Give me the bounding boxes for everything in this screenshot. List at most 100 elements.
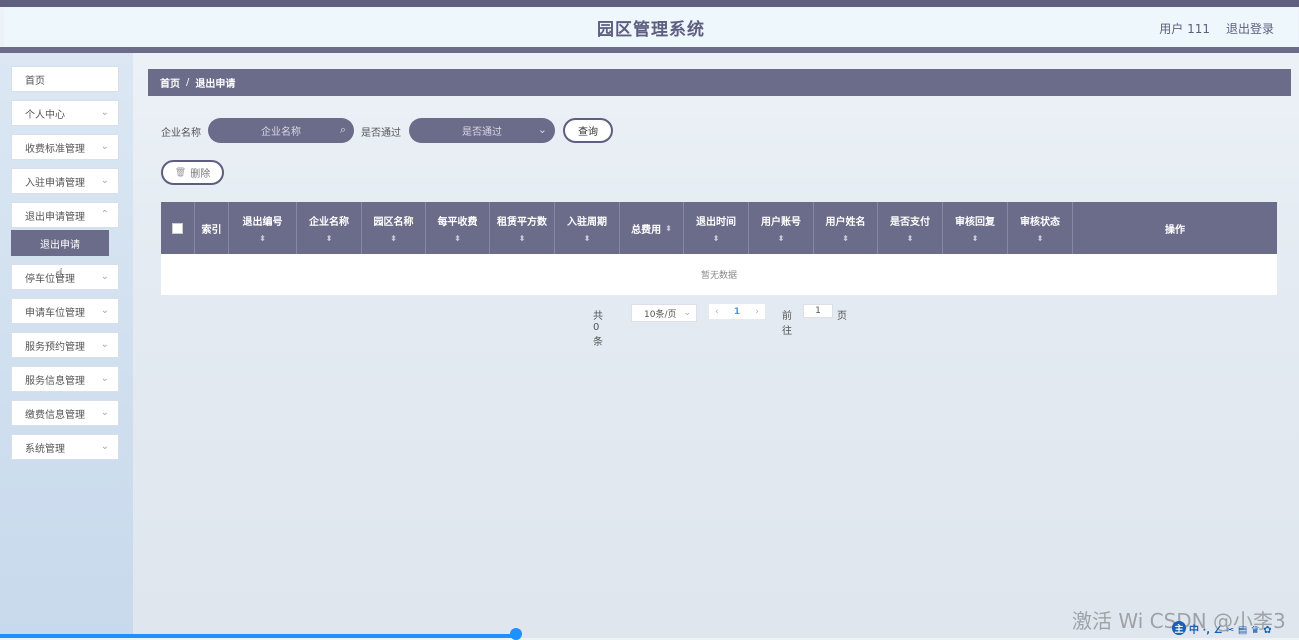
chevron-down-icon: ⌄ bbox=[100, 271, 109, 282]
col-review-status-label: 审核状态 bbox=[1020, 217, 1060, 228]
sidebar-item-label: 服务预约管理 bbox=[25, 341, 85, 353]
col-index-label: 索引 bbox=[201, 224, 222, 236]
sidebar-item-label: 系统管理 bbox=[25, 443, 65, 455]
ime-toolbar[interactable]: 主 中 ·, ∠ ✂ ▤ ♛ ✿ bbox=[1172, 620, 1297, 636]
app-title: 园区管理系统 bbox=[597, 19, 705, 40]
breadcrumb-current: 退出申请 bbox=[195, 79, 236, 90]
progress-handle[interactable] bbox=[510, 628, 522, 640]
chevron-down-icon: ⌄ bbox=[100, 441, 109, 452]
page-size-value: 10条/页 bbox=[644, 309, 677, 320]
col-unit-fee-label: 每平收费 bbox=[437, 217, 478, 228]
company-name-placeholder: 企业名称 bbox=[261, 127, 301, 138]
next-page-icon[interactable]: › bbox=[755, 307, 759, 317]
col-actions-label: 操作 bbox=[1165, 224, 1185, 236]
sort-icon[interactable]: ⬍ bbox=[842, 234, 849, 243]
sidebar-subitem-exit-application[interactable]: 退出申请 bbox=[11, 230, 109, 256]
sidebar-item-label: 入驻申请管理 bbox=[25, 177, 85, 189]
col-exit-time[interactable]: 退出时间 ⬍ bbox=[684, 202, 749, 254]
sidebar-item-parking-application[interactable]: 申请车位管理 ⌄ bbox=[11, 298, 119, 324]
sort-icon[interactable]: ⬍ bbox=[454, 234, 461, 243]
goto-page-value: 1 bbox=[815, 306, 821, 316]
sidebar-item-entry-application[interactable]: 入驻申请管理 ⌄ bbox=[11, 168, 119, 194]
sidebar-item-label: 退出申请管理 bbox=[25, 211, 85, 223]
page-suffix: 页 bbox=[837, 311, 847, 322]
col-park-label: 园区名称 bbox=[373, 217, 414, 228]
data-table: 索引 退出编号 ⬍ 企业名称 ⬍ 园区名称 ⬍ 每平收费 ⬍ 租赁平方数 ⬍ 入… bbox=[161, 202, 1277, 295]
ime-badge-icon[interactable]: 主 bbox=[1172, 621, 1186, 635]
sidebar-item-service-info[interactable]: 服务信息管理 ⌄ bbox=[11, 366, 119, 392]
sort-icon[interactable]: ⬍ bbox=[972, 234, 979, 243]
col-period[interactable]: 入驻周期 ⬍ bbox=[555, 202, 620, 254]
breadcrumb-home[interactable]: 首页 bbox=[160, 75, 180, 90]
approved-label: 是否通过 bbox=[361, 128, 401, 139]
sort-icon[interactable]: ⬍ bbox=[713, 234, 720, 243]
current-page[interactable]: 1 bbox=[734, 307, 740, 317]
sidebar-item-system[interactable]: 系统管理 ⌄ bbox=[11, 434, 119, 460]
col-park[interactable]: 园区名称 ⬍ bbox=[362, 202, 426, 254]
hand-cursor-icon: ☝ bbox=[55, 266, 64, 282]
sort-icon[interactable]: ⬍ bbox=[326, 234, 333, 243]
chevron-down-icon: ⌄ bbox=[100, 339, 109, 350]
logout-link[interactable]: 退出登录 bbox=[1226, 20, 1274, 37]
goto-page-input[interactable]: 1 bbox=[803, 304, 833, 318]
table-empty-row: 暂无数据 bbox=[161, 254, 1277, 295]
sort-icon[interactable]: ⬍ bbox=[259, 234, 266, 243]
select-all-cell bbox=[161, 202, 195, 254]
col-area[interactable]: 租赁平方数 ⬍ bbox=[490, 202, 555, 254]
sidebar-item-personal-center[interactable]: 个人中心 ⌄ bbox=[11, 100, 119, 126]
chevron-down-icon: ⌄ bbox=[100, 305, 109, 316]
app-header: 园区管理系统 用户 111 退出登录 bbox=[4, 7, 1298, 48]
delete-button-label: 删除 bbox=[190, 169, 211, 180]
sidebar-item-label: 缴费信息管理 bbox=[25, 409, 85, 421]
col-username[interactable]: 用户姓名 ⬍ bbox=[814, 202, 878, 254]
col-exit-no-label: 退出编号 bbox=[242, 217, 283, 228]
delete-button[interactable]: 🗑 删除 bbox=[161, 160, 224, 185]
sort-icon[interactable]: ⬍ bbox=[1037, 234, 1044, 243]
sidebar-item-service-booking[interactable]: 服务预约管理 ⌄ bbox=[11, 332, 119, 358]
sort-icon[interactable]: ⬍ bbox=[519, 234, 526, 243]
col-company-label: 企业名称 bbox=[309, 217, 349, 228]
chevron-down-icon: ⌄ bbox=[100, 175, 109, 186]
col-period-label: 入驻周期 bbox=[567, 217, 607, 228]
chevron-down-icon: ⌄ bbox=[100, 407, 109, 418]
sidebar-item-fee-standard[interactable]: 收费标准管理 ⌄ bbox=[11, 134, 119, 160]
col-total-label: 总费用 bbox=[631, 224, 662, 236]
page-navigator: ‹ 1 › bbox=[709, 304, 765, 319]
sidebar-item-exit-application[interactable]: 退出申请管理 ⌃ bbox=[11, 202, 119, 228]
company-name-input[interactable]: 企业名称 ⌕ bbox=[208, 118, 354, 143]
chevron-down-icon: ⌄ bbox=[100, 373, 109, 384]
query-button[interactable]: 查询 bbox=[563, 118, 613, 143]
goto-label: 前往 bbox=[782, 311, 792, 337]
col-area-label: 租赁平方数 bbox=[497, 217, 547, 228]
sort-icon[interactable]: ⬍ bbox=[907, 234, 914, 243]
total-count: 共 0 条 bbox=[593, 311, 603, 348]
sidebar-item-home[interactable]: 首页 bbox=[11, 66, 119, 92]
sort-icon[interactable]: ⬍ bbox=[778, 234, 785, 243]
approved-select[interactable]: 是否通过 ⌄ bbox=[409, 118, 555, 143]
header-user-area: 用户 111 退出登录 bbox=[1159, 20, 1274, 37]
prev-page-icon[interactable]: ‹ bbox=[715, 307, 719, 317]
sidebar-item-label: 申请车位管理 bbox=[25, 307, 85, 319]
col-unit-fee[interactable]: 每平收费 ⬍ bbox=[426, 202, 490, 254]
col-index: 索引 bbox=[195, 202, 229, 254]
select-all-checkbox[interactable] bbox=[172, 222, 183, 234]
page-size-select[interactable]: 10条/页 ⌄ bbox=[631, 304, 697, 322]
sort-icon[interactable]: ⬍ bbox=[390, 234, 397, 243]
sort-icon[interactable]: ⬍ bbox=[665, 224, 672, 233]
sort-icon[interactable]: ⬍ bbox=[584, 234, 591, 243]
sidebar-item-payment-info[interactable]: 缴费信息管理 ⌄ bbox=[11, 400, 119, 426]
sidebar-item-label: 服务信息管理 bbox=[25, 375, 85, 387]
col-account[interactable]: 用户账号 ⬍ bbox=[749, 202, 814, 254]
col-review-status[interactable]: 审核状态 ⬍ bbox=[1008, 202, 1073, 254]
sidebar-item-parking[interactable]: 停车位管理 ⌄ bbox=[11, 264, 119, 290]
col-review-reply[interactable]: 审核回复 ⬍ bbox=[943, 202, 1008, 254]
empty-text: 暂无数据 bbox=[700, 271, 737, 281]
col-company[interactable]: 企业名称 ⬍ bbox=[297, 202, 362, 254]
col-exit-no[interactable]: 退出编号 ⬍ bbox=[229, 202, 297, 254]
progress-line bbox=[0, 634, 520, 638]
col-paid[interactable]: 是否支付 ⬍ bbox=[878, 202, 943, 254]
col-paid-label: 是否支付 bbox=[890, 217, 930, 228]
chevron-down-icon: ⌄ bbox=[100, 141, 109, 152]
col-total[interactable]: 总费用 ⬍ bbox=[620, 202, 684, 254]
sidebar-item-label: 首页 bbox=[25, 75, 45, 87]
